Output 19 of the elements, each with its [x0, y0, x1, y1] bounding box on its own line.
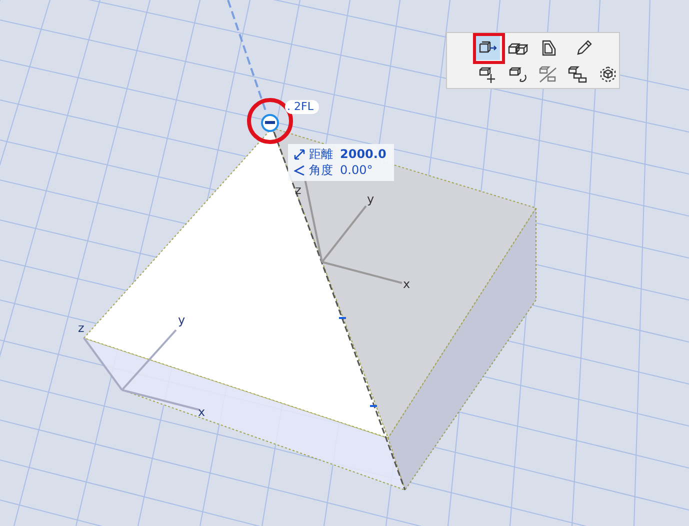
highlight-circle	[247, 98, 293, 144]
axis-label: x	[403, 277, 410, 291]
measure-label: 角度	[309, 162, 333, 178]
axis-label: y	[367, 192, 374, 206]
edge-tick	[339, 317, 346, 319]
measure-value: 2000.0	[340, 147, 386, 161]
axis-label: z	[295, 183, 302, 197]
axis-label: z	[78, 321, 84, 335]
measure-value: 0.00°	[340, 163, 373, 177]
angle-icon	[294, 164, 305, 176]
level-tag: . 2FL	[285, 100, 320, 114]
axis-label: y	[178, 313, 186, 327]
measure-label: 距離	[309, 146, 333, 162]
snap-point-icon[interactable]	[261, 114, 279, 132]
highlight-frame	[473, 33, 505, 64]
axis-label: x	[198, 405, 206, 419]
tool-button[interactable]	[476, 36, 500, 60]
edge-tick	[370, 405, 377, 407]
diagonal-arrow-icon	[294, 148, 305, 160]
